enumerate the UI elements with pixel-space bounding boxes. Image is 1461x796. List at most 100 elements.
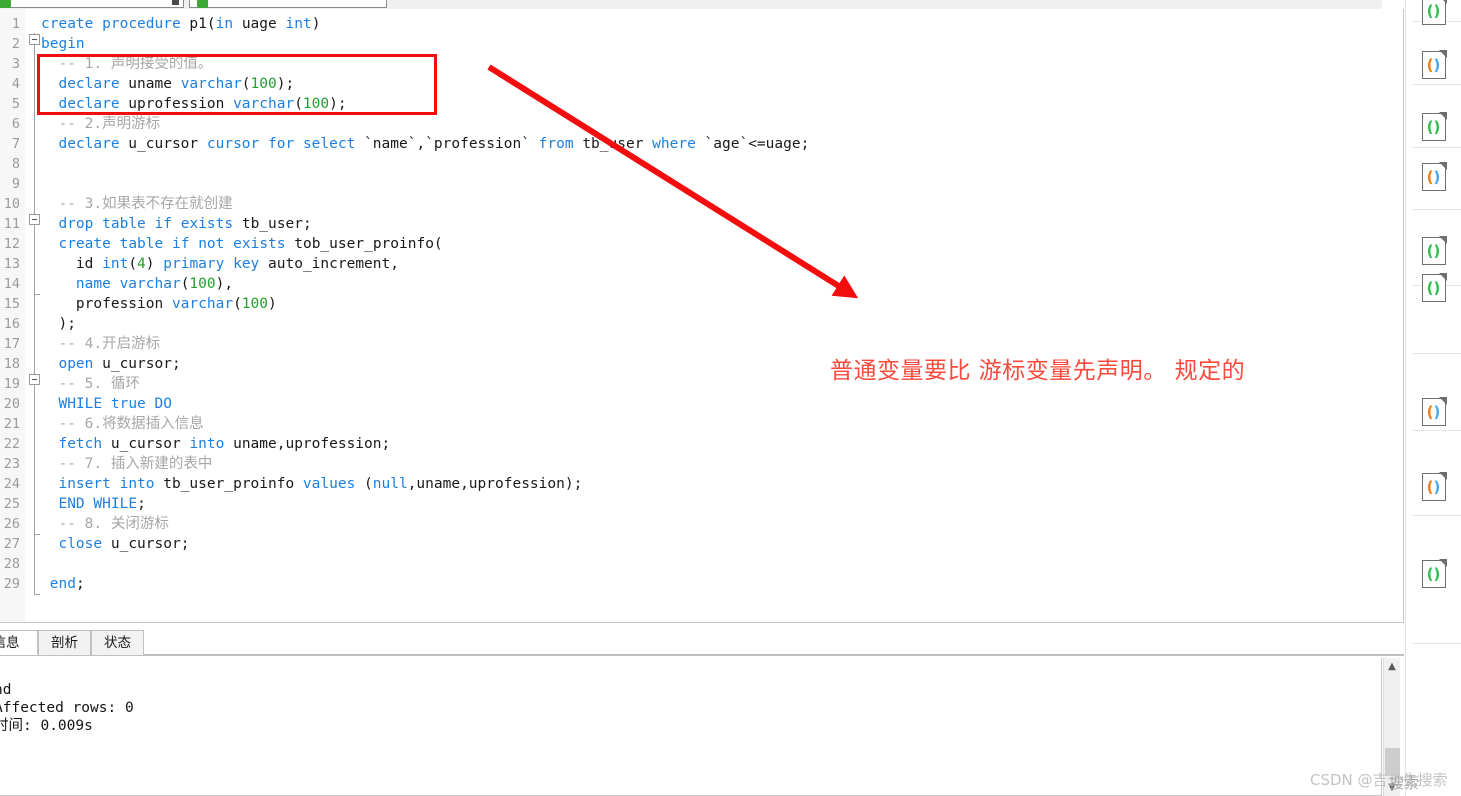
- code-line[interactable]: 26 -- 8. 关闭游标: [0, 514, 1403, 534]
- parentheses-glyph: (): [1426, 278, 1441, 297]
- line-text: profession varchar(100): [41, 296, 277, 312]
- code-line[interactable]: 13 id int(4) primary key auto_increment,: [0, 254, 1403, 274]
- results-panel: nd Affected rows: 0 时间: 0.009s: [0, 658, 1382, 796]
- code-line[interactable]: 20 WHILE true DO: [0, 394, 1403, 414]
- code-line[interactable]: 16 );: [0, 314, 1403, 334]
- code-line[interactable]: 21 -- 6.将数据插入信息: [0, 414, 1403, 434]
- toolbar-glyph: [172, 0, 179, 5]
- line-number: 26: [3, 516, 20, 532]
- code-line[interactable]: 10 -- 3.如果表不存在就创建: [0, 194, 1403, 214]
- sidebar-separator: [1412, 353, 1461, 354]
- code-line[interactable]: 2 begin: [0, 34, 1403, 54]
- line-text: declare uname varchar(100);: [58, 76, 295, 92]
- code-line[interactable]: 3 -- 1. 声明接受的值。: [0, 54, 1403, 74]
- sidebar-item-0[interactable]: (): [1406, 0, 1461, 28]
- code-line[interactable]: 24 insert into tb_user_proinfo values (n…: [0, 474, 1403, 494]
- code-line[interactable]: 29 end;: [0, 574, 1403, 594]
- code-line[interactable]: 12 create table if not exists tob_user_p…: [0, 234, 1403, 254]
- tabbar-filler: [144, 654, 1404, 655]
- code-line[interactable]: 11 drop table if exists tb_user;: [0, 214, 1403, 234]
- code-content[interactable]: 1 create procedure p1(in uage int) 2 begin 3…: [0, 14, 1403, 594]
- result-line: 时间: 0.009s: [0, 718, 93, 734]
- line-text: -- 2.声明游标: [41, 116, 161, 132]
- line-text: -- 3.如果表不存在就创建: [41, 196, 233, 212]
- document-code-icon: (): [1421, 273, 1447, 302]
- document-code-icon: (): [1421, 162, 1447, 191]
- tab-profile[interactable]: 剖析: [38, 630, 91, 655]
- document-code-icon: (): [1421, 236, 1447, 265]
- line-number: 24: [3, 476, 20, 492]
- line-text: close u_cursor;: [58, 536, 190, 552]
- line-text: -- 6.将数据插入信息: [41, 416, 204, 432]
- line-number: 21: [3, 416, 20, 432]
- line-text: fetch u_cursor into uname,uprofession;: [58, 436, 391, 452]
- line-text: drop table if exists tb_user;: [58, 216, 312, 232]
- sidebar-item-6[interactable]: (): [1406, 395, 1461, 429]
- code-line[interactable]: 6 -- 2.声明游标: [0, 114, 1403, 134]
- line-number: 11: [3, 216, 20, 232]
- sidebar-separator: [1412, 515, 1461, 516]
- sidebar-item-3[interactable]: (): [1406, 160, 1461, 194]
- line-text: end;: [49, 576, 85, 592]
- line-text: -- 7. 插入新建的表中: [41, 456, 213, 472]
- tab-info[interactable]: 信息: [0, 630, 38, 655]
- results-output: nd Affected rows: 0 时间: 0.009s: [0, 681, 134, 735]
- parentheses-glyph: (): [1426, 477, 1441, 496]
- code-line[interactable]: 9: [0, 174, 1403, 194]
- sidebar-separator: [1412, 84, 1461, 85]
- sidebar-separator: [1412, 209, 1461, 210]
- sidebar-item-1[interactable]: (): [1406, 48, 1461, 82]
- line-text: );: [41, 316, 76, 332]
- sidebar-item-8[interactable]: (): [1406, 557, 1461, 591]
- sidebar-item-7[interactable]: (): [1406, 470, 1461, 504]
- code-line[interactable]: 7 declare u_cursor cursor for select `na…: [0, 134, 1403, 154]
- result-line: Affected rows: 0: [0, 700, 134, 716]
- line-number: 17: [3, 336, 20, 352]
- sql-code-editor[interactable]: 1 create procedure p1(in uage int) 2 begin 3…: [0, 9, 1404, 623]
- line-text: WHILE true DO: [58, 396, 172, 412]
- scroll-up-arrow[interactable]: ▲: [1384, 658, 1400, 675]
- result-line: nd: [0, 682, 12, 698]
- line-text: id int(4) primary key auto_increment,: [41, 256, 399, 272]
- code-line[interactable]: 28: [0, 554, 1403, 574]
- sidebar-separator: [1412, 430, 1461, 431]
- sidebar-separator: [1412, 643, 1461, 644]
- watermark-overlay: 搜索: [1389, 774, 1420, 792]
- parentheses-glyph: (): [1426, 167, 1441, 186]
- code-line[interactable]: 23 -- 7. 插入新建的表中: [0, 454, 1403, 474]
- toolbar-field-1[interactable]: [0, 0, 184, 8]
- code-line[interactable]: 15 profession varchar(100): [0, 294, 1403, 314]
- code-line[interactable]: 4 declare uname varchar(100);: [0, 74, 1403, 94]
- code-line[interactable]: 14 name varchar(100),: [0, 274, 1403, 294]
- run-icon-1: [0, 0, 11, 8]
- document-code-icon: (): [1421, 50, 1447, 79]
- line-number: 9: [11, 176, 20, 192]
- parentheses-glyph: (): [1426, 117, 1441, 136]
- line-text: name varchar(100),: [75, 276, 234, 292]
- sidebar-item-2[interactable]: (): [1406, 110, 1461, 144]
- tab-status[interactable]: 状态: [91, 630, 144, 655]
- code-line[interactable]: 27 close u_cursor;: [0, 534, 1403, 554]
- code-line[interactable]: 8: [0, 154, 1403, 174]
- parentheses-glyph: (): [1426, 402, 1441, 421]
- line-text: declare u_cursor cursor for select `name…: [58, 136, 810, 152]
- sidebar-item-5[interactable]: (): [1406, 271, 1461, 305]
- sidebar-separator: [1412, 147, 1461, 148]
- line-number: 16: [3, 316, 20, 332]
- line-text: begin: [41, 36, 85, 52]
- line-number: 1: [11, 16, 20, 32]
- line-number: 12: [3, 236, 20, 252]
- code-line[interactable]: 5 declare uprofession varchar(100);: [0, 94, 1403, 114]
- code-line[interactable]: 1 create procedure p1(in uage int): [0, 14, 1403, 34]
- document-code-icon: (): [1421, 559, 1447, 588]
- code-line[interactable]: 22 fetch u_cursor into uname,uprofession…: [0, 434, 1403, 454]
- toolbar-field-2[interactable]: [189, 0, 387, 8]
- document-code-icon: (): [1421, 112, 1447, 141]
- line-text: insert into tb_user_proinfo values (null…: [58, 476, 583, 492]
- document-code-icon: (): [1421, 472, 1447, 501]
- sidebar-item-4[interactable]: (): [1406, 234, 1461, 268]
- line-number: 15: [3, 296, 20, 312]
- document-code-icon: (): [1421, 0, 1447, 25]
- code-line[interactable]: 25 END WHILE;: [0, 494, 1403, 514]
- top-toolbar: [0, 0, 1382, 9]
